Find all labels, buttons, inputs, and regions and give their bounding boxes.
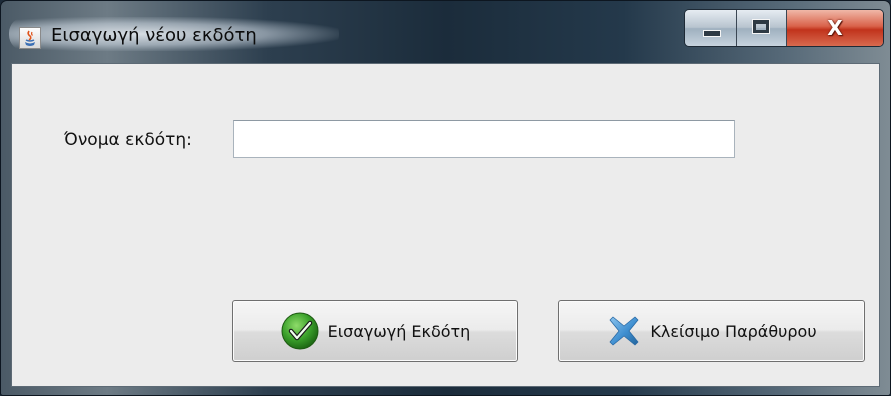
maximize-button[interactable] xyxy=(737,10,787,46)
window-controls: X xyxy=(684,9,884,47)
publisher-name-input[interactable] xyxy=(233,120,735,158)
insert-publisher-button[interactable]: Εισαγωγή Εκδότη xyxy=(232,300,518,362)
java-cup-icon[interactable] xyxy=(19,27,41,49)
publisher-name-label: Όνομα εκδότη: xyxy=(64,130,192,150)
minimize-icon xyxy=(703,30,721,37)
close-icon: X xyxy=(827,16,843,40)
window-title: Εισαγωγή νέου εκδότη xyxy=(51,25,257,46)
maximize-icon xyxy=(752,19,770,34)
insert-publisher-label: Εισαγωγή Εκδότη xyxy=(327,321,471,341)
close-window-button[interactable]: X xyxy=(787,10,883,46)
dialog-content: Όνομα εκδότη: Εισαγωγή Εκδότη Κλείσιμο Π… xyxy=(11,63,880,387)
close-window-label: Κλείσιμο Παράθυρου xyxy=(650,321,817,341)
close-window-action-button[interactable]: Κλείσιμο Παράθυρου xyxy=(558,300,865,362)
title-bar[interactable]: Εισαγωγή νέου εκδότη X xyxy=(1,1,890,63)
minimize-button[interactable] xyxy=(685,10,737,46)
green-check-icon xyxy=(281,312,319,350)
blue-x-icon xyxy=(610,316,639,346)
dialog-window: Εισαγωγή νέου εκδότη X Όνομα εκδότη: Εισ… xyxy=(0,0,891,396)
